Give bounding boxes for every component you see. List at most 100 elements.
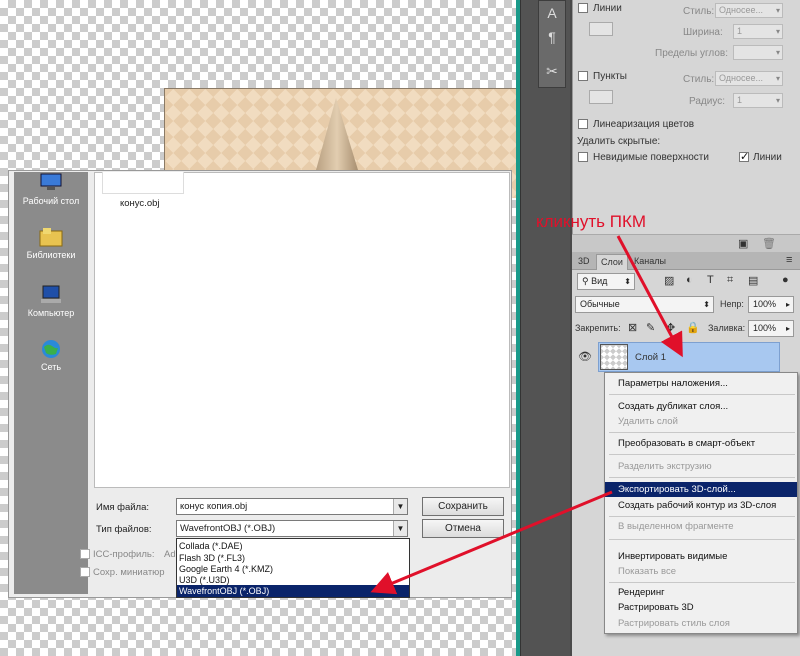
points-color-swatch[interactable] [589,90,613,104]
lines-color-swatch[interactable] [589,22,613,36]
style-label: Стиль: [683,6,715,17]
lock-pixels-icon[interactable]: ✎ [646,321,655,334]
width-label: Ширина: [683,27,723,38]
angle-limit-field[interactable]: ▾ [733,45,783,60]
file-thumbnail [102,172,184,194]
menu-separator [609,582,795,583]
tool-strip [520,0,570,656]
thumbnail-checkbox[interactable] [80,567,90,577]
filetype-dropdown-list: Collada (*.DAE) Flash 3D (*.FL3) Google … [176,538,410,598]
filetype-select[interactable]: WavefrontOBJ (*.OBJ) ▼ [176,520,408,537]
filename-input[interactable]: конус копия.obj ▼ [176,498,408,515]
eye-visibility-icon[interactable]: 👁 [578,350,592,363]
place-network[interactable]: Сеть [14,338,88,372]
place-desktop[interactable]: Рабочий стол [14,172,88,206]
menu-separator [609,454,795,455]
menu-separator [609,432,795,433]
scissors-icon[interactable]: ✂ [538,60,566,82]
menu-separator [609,394,795,395]
menu-item-convert-smart-object[interactable]: Преобразовать в смарт-объект [605,436,797,451]
fill-field[interactable]: 100% ▸ [748,320,794,337]
properties-panel: Линии Стиль: Односее... ▾ Ширина: 1 ▾ Пред… [572,0,800,234]
hidden-lines-checkbox[interactable] [739,150,749,163]
menu-item-export-3d-layer[interactable]: Экспортировать 3D-слой... [605,482,797,497]
annotation-label: кликнуть ПКМ [536,212,647,231]
menu-item-blending-options[interactable]: Параметры наложения... [605,376,797,391]
file-list[interactable] [94,172,510,488]
menu-item-rasterize-3d[interactable]: Растрировать 3D [605,600,797,615]
lines-label: Линии [593,3,622,14]
filetype-option-wavefront[interactable]: WavefrontOBJ (*.OBJ) [177,585,409,597]
libraries-icon [39,228,63,247]
angle-limit-label: Пределы углов: [655,48,728,59]
layer-context-menu: Параметры наложения... Создать дубликат … [604,372,798,634]
filter-shape-icon[interactable]: ⌗ [727,274,733,287]
save-button[interactable]: Сохранить [422,497,504,516]
panel-menu-icon[interactable]: ≡ [786,254,792,266]
chevron-down-icon[interactable]: ▼ [393,499,407,514]
menu-separator [609,539,795,540]
menu-item-invert-visible[interactable]: Инвертировать видимые [605,549,797,564]
menu-item-split-extrusion[interactable]: Разделить экструзию [605,459,797,474]
menu-item-duplicate-layer[interactable]: Создать дубликат слоя... [605,399,797,414]
filetype-label: Тип файлов: [96,524,152,535]
menu-item-rasterize-layer-style[interactable]: Растрировать стиль слоя [605,616,797,631]
fill-label: Заливка: [708,323,746,333]
points-style-dropdown[interactable]: Односее... ▾ [715,71,783,86]
trash-icon[interactable]: 🗑 [762,237,776,250]
lines-checkbox[interactable] [578,3,588,13]
blend-mode-dropdown[interactable]: Обычные ⬍ [575,296,714,313]
place-libraries[interactable]: Библиотеки [14,226,88,260]
menu-item-delete-layer[interactable]: Удалить слой [605,414,797,429]
chevron-down-icon[interactable]: ▼ [393,521,407,536]
properties-footer: ▣ 🗑 [572,234,800,252]
menu-item-in-selection[interactable]: В выделенном фрагменте [605,519,797,534]
menu-item-render[interactable]: Рендеринг [605,585,797,600]
tab-3d[interactable]: 3D [574,254,594,270]
layer-name: Слой 1 [635,352,667,363]
tab-channels[interactable]: Каналы [630,254,670,270]
filter-pixel-icon[interactable]: ▨ [664,274,674,287]
lock-transparent-icon[interactable]: ⊠ [628,321,637,334]
computer-icon [41,285,61,303]
cone-3d-object[interactable] [300,96,380,176]
radius-label: Радиус: [689,96,725,107]
cancel-button[interactable]: Отмена [422,519,504,538]
tab-layers[interactable]: Слои [596,254,628,270]
filter-smart-icon[interactable]: ▤ [748,274,758,287]
linearize-label: Линеаризация цветов [593,119,695,130]
filetype-option-collada[interactable]: Collada (*.DAE) [177,540,409,552]
icc-profile-label: ICC-профиль: [93,549,155,560]
filter-type-icon[interactable]: T [707,274,714,286]
lock-label: Закрепить: [575,323,621,333]
icc-profile-checkbox[interactable] [80,549,90,559]
hidden-surfaces-label: Невидимые поверхности [593,152,709,163]
menu-item-create-work-path[interactable]: Создать рабочий контур из 3D-слоя [605,498,797,513]
points-checkbox[interactable] [578,71,588,81]
filter-toggle-icon[interactable]: ● [782,274,789,286]
file-item-cone[interactable]: конус.obj [120,198,160,209]
render-icon[interactable]: ▣ [738,237,748,250]
opacity-field[interactable]: 100% ▸ [748,296,794,313]
paragraph-panel-icon[interactable]: ¶ [538,26,566,48]
remove-hidden-label: Удалить скрытые: [577,136,661,147]
menu-item-show-all[interactable]: Показать все [605,564,797,579]
filename-label: Имя файла: [96,502,150,513]
layer-filter-dropdown[interactable]: ⚲ Вид ⬍ [577,273,635,290]
radius-field[interactable]: 1 ▾ [733,93,783,108]
character-panel-icon[interactable]: A [538,2,566,24]
hidden-surfaces-checkbox[interactable] [578,152,588,162]
points-style-label: Стиль: [683,74,715,85]
width-field[interactable]: 1 ▾ [733,24,783,39]
linearize-checkbox[interactable] [578,119,588,129]
hidden-lines-label: Линии [753,152,782,163]
search-icon: ⚲ [582,276,592,286]
place-computer[interactable]: Компьютер [14,284,88,318]
filter-adjustment-icon[interactable]: ◐ [686,274,693,286]
lock-position-icon[interactable]: ✥ [666,321,675,334]
lock-all-icon[interactable]: 🔒 [686,321,700,334]
menu-separator [609,516,795,517]
menu-separator [609,477,795,478]
network-globe-icon [42,340,60,358]
lines-style-dropdown[interactable]: Односее... ▾ [715,3,783,18]
